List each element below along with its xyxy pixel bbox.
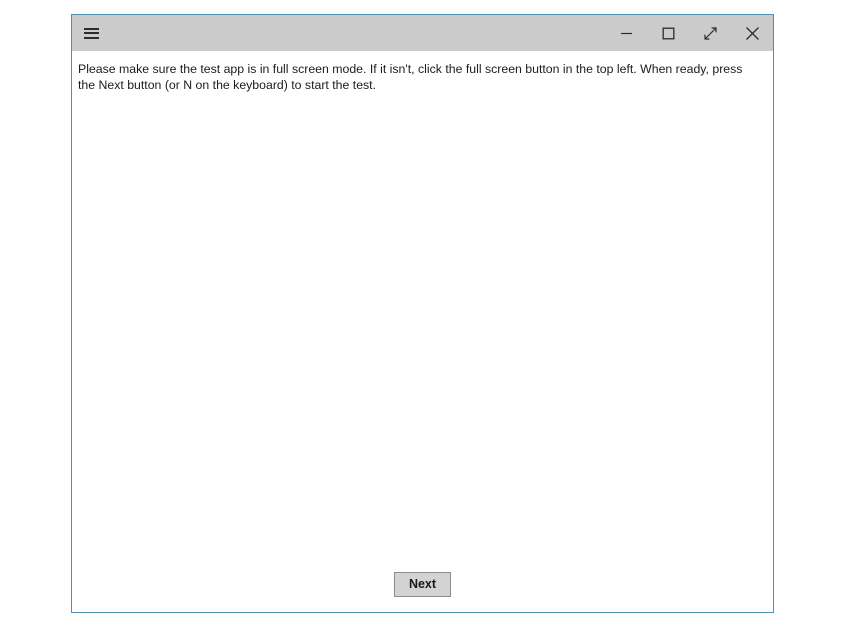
content-area: Please make sure the test app is in full…: [72, 51, 773, 612]
app-window: Please make sure the test app is in full…: [71, 14, 774, 613]
instruction-text: Please make sure the test app is in full…: [78, 62, 743, 92]
footer-bar: Next: [72, 562, 773, 612]
fullscreen-diagonal-arrows-icon: [703, 26, 717, 40]
hamburger-menu-button[interactable]: [72, 15, 110, 51]
window-controls: [605, 15, 773, 51]
close-button[interactable]: [731, 15, 773, 51]
next-button[interactable]: Next: [393, 571, 452, 597]
minimize-button[interactable]: [605, 15, 647, 51]
close-x-icon: [745, 26, 759, 40]
maximize-icon: [662, 27, 674, 39]
minimize-icon: [620, 32, 632, 34]
title-bar: [72, 15, 773, 51]
hamburger-menu-icon: [83, 27, 99, 39]
maximize-button[interactable]: [647, 15, 689, 51]
fullscreen-button[interactable]: [689, 15, 731, 51]
